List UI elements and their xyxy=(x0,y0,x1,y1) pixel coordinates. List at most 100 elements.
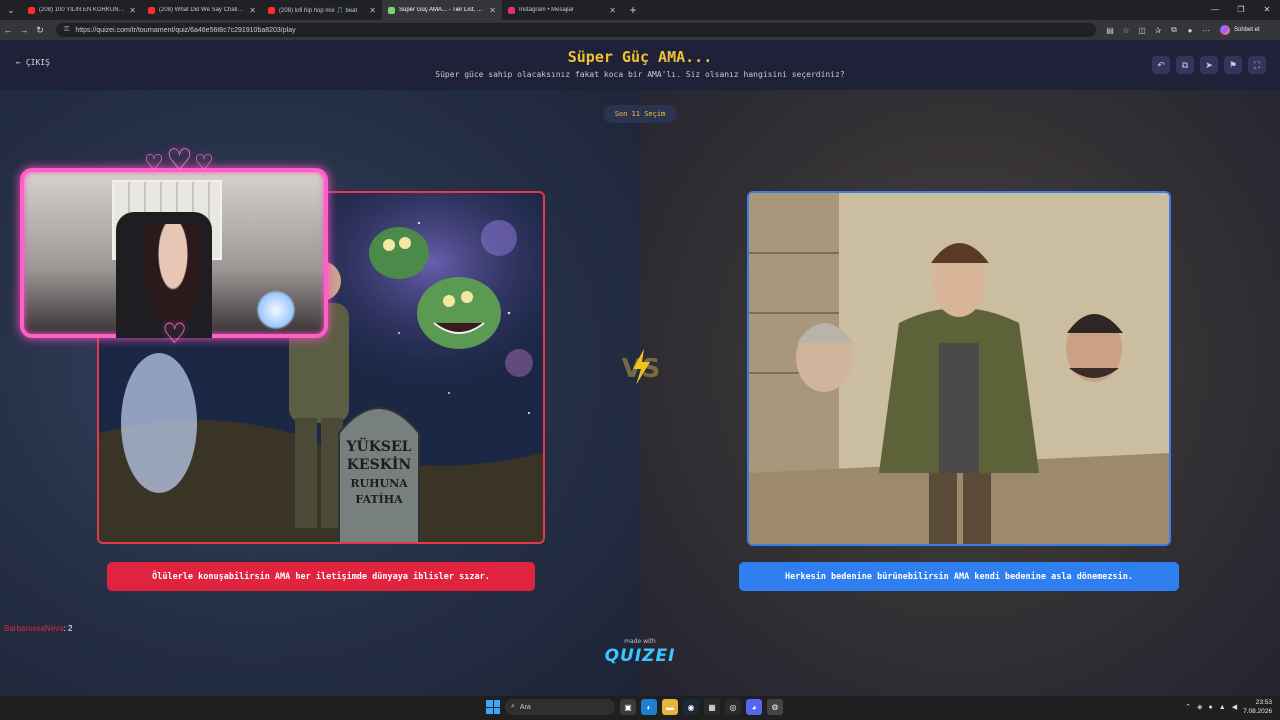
quiz-header: ← ÇIKIŞ Süper Güç AMA... Süper güce sahi… xyxy=(0,40,1280,90)
tombstone-line-4: FATİHA xyxy=(355,492,403,506)
tab-close-icon[interactable]: ✕ xyxy=(129,6,136,15)
browser-tab[interactable]: (208) lofi hip hop mix 🎵 beat ✕ xyxy=(262,0,382,20)
webcam-lamp xyxy=(256,290,296,330)
more-menu-icon[interactable]: ⋯ xyxy=(1198,26,1214,35)
minimize-icon[interactable]: — xyxy=(1202,0,1228,20)
favorites-icon[interactable]: ✰ xyxy=(1150,26,1166,35)
file-explorer-icon[interactable]: ▬ xyxy=(662,699,678,715)
favorite-star-icon[interactable]: ☆ xyxy=(1118,26,1134,35)
browser-tab[interactable]: Instagram • Mesajlar ✕ xyxy=(502,0,622,20)
windows-taskbar: ⌕ Ara ▣ ◐ ▬ ◉ ▦ ◎ ◕ ⚙ ⌃ ◈ ● ▲ ◀ 23:53 7.… xyxy=(0,696,1280,720)
tab-title: (208) lofi hip hop mix 🎵 beat xyxy=(279,7,358,14)
back-icon[interactable]: ← xyxy=(0,25,16,35)
undo-icon[interactable]: ↶ xyxy=(1152,56,1170,74)
obs-icon[interactable]: ◎ xyxy=(725,699,741,715)
close-window-icon[interactable]: ✕ xyxy=(1254,0,1280,20)
quizei-logo[interactable]: QUIZEI xyxy=(0,646,1280,666)
browser-tab-bar: ⌄ (208) 100 YILIN EN KORKUNÇ DE ✕ (208) Wh… xyxy=(0,0,1280,20)
chevron-up-icon[interactable]: ⌃ xyxy=(1185,703,1191,711)
taskbar-apps: ⌕ Ara ▣ ◐ ▬ ◉ ▦ ◎ ◕ ⚙ xyxy=(486,699,783,715)
steam-icon[interactable]: ◉ xyxy=(683,699,699,715)
chat-message: BarbarossaNeva: 2 xyxy=(4,624,73,633)
made-with-label: made with xyxy=(624,638,656,645)
tab-close-icon[interactable]: ✕ xyxy=(369,6,376,15)
maximize-icon[interactable]: ❐ xyxy=(1228,0,1254,20)
body-swap-illustration xyxy=(749,193,1169,544)
copilot-icon xyxy=(1220,25,1230,35)
task-view-icon[interactable]: ▣ xyxy=(620,699,636,715)
address-bar-row: ← → ↻ ⚿ https://quizei.com/tr/tournament… xyxy=(0,20,1280,40)
tombstone-line-1: YÜKSEL xyxy=(346,436,412,455)
edge-icon[interactable]: ◐ xyxy=(641,699,657,715)
right-option-button[interactable]: Herkesin bedenine bürünebilirsin AMA ken… xyxy=(739,562,1179,591)
tombstone-line-2: KESKİN xyxy=(347,454,412,473)
heart-icon: ♡ xyxy=(162,318,188,349)
share-icon[interactable]: ➤ xyxy=(1200,56,1218,74)
browser-tab[interactable]: (208) 100 YILIN EN KORKUNÇ DE ✕ xyxy=(22,0,142,20)
search-icon: ⌕ xyxy=(511,703,515,710)
site-info-icon[interactable]: ⚿ xyxy=(64,26,69,34)
chat-username: BarbarossaNeva xyxy=(4,624,64,633)
tab-title: (208) 100 YILIN EN KORKUNÇ DE xyxy=(39,7,126,13)
network-icon[interactable]: ◈ xyxy=(1197,703,1202,711)
forward-icon[interactable]: → xyxy=(16,25,32,35)
header-actions: ↶ ⧉ ➤ ⚑ ⛶ xyxy=(1152,56,1266,74)
quiz-subtitle: Süper güce sahip olacaksınız fakat koca … xyxy=(435,70,845,79)
clock-date: 7.08.2026 xyxy=(1243,708,1272,715)
tab-close-icon[interactable]: ✕ xyxy=(489,6,496,15)
tab-favicon-icon xyxy=(388,6,395,14)
tab-close-icon[interactable]: ✕ xyxy=(249,6,256,15)
url-text: https://quizei.com/tr/tournament/quiz/6a… xyxy=(75,26,296,34)
copy-icon[interactable]: ⧉ xyxy=(1176,56,1194,74)
left-option-button[interactable]: Ölülerle konuşabilirsin AMA her iletişim… xyxy=(107,562,535,591)
chat-value: : 2 xyxy=(63,624,73,633)
tab-title: (208) What Did We Say Challenge xyxy=(159,7,246,13)
right-option-image[interactable] xyxy=(747,191,1171,546)
wifi-icon[interactable]: ▲ xyxy=(1219,704,1226,711)
address-bar-actions: ▤ ☆ ◫ ✰ ⧉ ● ⋯ xyxy=(1102,25,1214,35)
volume-icon[interactable]: ◀ xyxy=(1232,703,1237,711)
quiz-title: Süper Güç AMA... xyxy=(567,48,713,66)
fullscreen-icon[interactable]: ⛶ xyxy=(1248,56,1266,74)
profile-avatar-icon[interactable]: ● xyxy=(1182,26,1198,35)
reload-icon[interactable]: ↻ xyxy=(32,25,48,36)
taskbar-clock[interactable]: 23:53 7.08.2026 xyxy=(1243,698,1272,716)
start-icon[interactable] xyxy=(486,700,500,714)
copilot-chat-button[interactable]: Sohbet et xyxy=(1220,25,1260,35)
round-badge: Son 11 Seçim xyxy=(603,105,677,123)
heart-icon: ♡ xyxy=(166,144,193,177)
tab-favicon-icon xyxy=(28,6,35,14)
reader-icon[interactable]: ▤ xyxy=(1102,26,1118,35)
tab-title: Süper Güç AMA... - Tier List, Kör Sı xyxy=(399,7,486,13)
clock-time: 23:53 xyxy=(1255,699,1272,706)
webcam-overlay: ♡ ♡ ♡ ♡ xyxy=(20,146,328,348)
taskbar-search-placeholder: Ara xyxy=(519,703,531,711)
copilot-chat-label: Sohbet et xyxy=(1234,27,1260,33)
new-tab-button[interactable]: + xyxy=(622,3,644,17)
taskbar-search[interactable]: ⌕ Ara xyxy=(505,699,615,715)
discord-icon[interactable]: ◕ xyxy=(746,699,762,715)
app-icon[interactable]: ▦ xyxy=(704,699,720,715)
tombstone-line-3: RUHUNA xyxy=(350,477,408,490)
heart-icon: ♡ xyxy=(144,150,164,175)
tab-favicon-icon xyxy=(268,6,275,14)
tab-search-icon[interactable]: ⌄ xyxy=(0,0,22,20)
webcam-streamer xyxy=(144,224,202,324)
settings-icon[interactable]: ⚙ xyxy=(767,699,783,715)
url-field[interactable]: ⚿ https://quizei.com/tr/tournament/quiz/… xyxy=(56,23,1096,37)
window-controls: — ❐ ✕ xyxy=(1202,0,1280,20)
flag-icon[interactable]: ⚑ xyxy=(1224,56,1242,74)
collections-icon[interactable]: ⧉ xyxy=(1166,25,1182,35)
browser-tab[interactable]: (208) What Did We Say Challenge ✕ xyxy=(142,0,262,20)
heart-icon: ♡ xyxy=(194,150,214,175)
vs-lightning-icon: VS xyxy=(622,349,660,385)
mic-icon[interactable]: ● xyxy=(1209,704,1213,711)
tab-title: Instagram • Mesajlar xyxy=(519,7,574,13)
browser-tab[interactable]: Süper Güç AMA... - Tier List, Kör Sı ✕ xyxy=(382,0,502,20)
tab-favicon-icon xyxy=(148,6,155,14)
tab-favicon-icon xyxy=(508,6,515,14)
quiz-page: ← ÇIKIŞ Süper Güç AMA... Süper güce sahi… xyxy=(0,40,1280,696)
split-screen-icon[interactable]: ◫ xyxy=(1134,26,1150,35)
system-tray: ⌃ ◈ ● ▲ ◀ 23:53 7.08.2026 xyxy=(1185,698,1272,716)
tab-close-icon[interactable]: ✕ xyxy=(609,6,616,15)
